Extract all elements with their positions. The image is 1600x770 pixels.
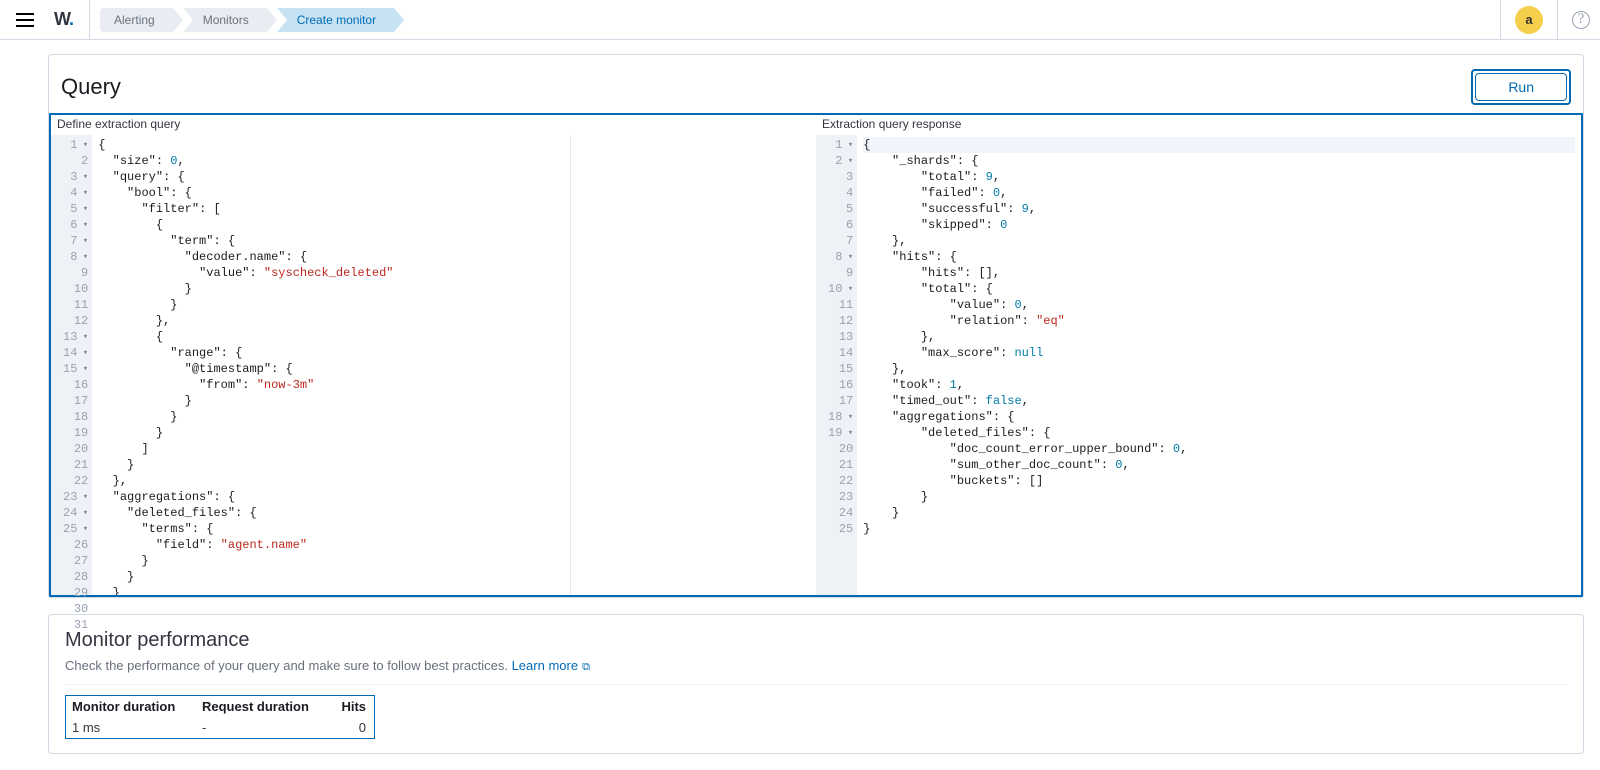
breadcrumb-monitors[interactable]: Monitors <box>183 8 267 32</box>
run-button[interactable]: Run <box>1475 73 1567 101</box>
query-panel-title: Query <box>61 74 121 100</box>
editors-row: Define extraction query 1 ▾23 ▾4 ▾5 ▾6 ▾… <box>49 113 1583 597</box>
divider <box>89 0 90 40</box>
monitor-performance-title: Monitor performance <box>65 629 1567 652</box>
query-panel: Query Run Define extraction query 1 ▾23 … <box>48 54 1584 598</box>
extraction-query-label: Define extraction query <box>51 115 816 135</box>
breadcrumb-create-monitor[interactable]: Create monitor <box>277 8 394 32</box>
run-button-focus-ring: Run <box>1471 69 1571 105</box>
breadcrumb: Alerting Monitors Create monitor <box>100 8 404 32</box>
monitor-performance-panel: Monitor performance Check the performanc… <box>48 614 1584 754</box>
perf-value-duration: 1 ms <box>66 717 196 738</box>
extraction-query-editor[interactable]: 1 ▾23 ▾4 ▾5 ▾6 ▾7 ▾8 ▾910111213 ▾14 ▾15 … <box>51 135 816 595</box>
main-content: Query Run Define extraction query 1 ▾23 … <box>0 54 1600 770</box>
perf-value-request: - <box>196 717 326 738</box>
perf-header-duration: Monitor duration <box>66 696 196 717</box>
external-link-icon: ⧉ <box>582 661 590 673</box>
avatar[interactable]: a <box>1515 6 1543 34</box>
perf-value-hits: 0 <box>326 717 374 738</box>
extraction-response-label: Extraction query response <box>816 115 1581 135</box>
perf-header-request: Request duration <box>196 696 326 717</box>
topbar: W. Alerting Monitors Create monitor a ? <box>0 0 1600 40</box>
extraction-response-editor-col: Extraction query response 1 ▾2 ▾345678 ▾… <box>816 115 1581 595</box>
divider <box>1557 0 1558 40</box>
help-icon[interactable]: ? <box>1572 11 1590 29</box>
app-logo[interactable]: W. <box>54 9 73 30</box>
extraction-query-editor-col: Define extraction query 1 ▾23 ▾4 ▾5 ▾6 ▾… <box>51 115 816 595</box>
menu-toggle-icon[interactable] <box>10 5 40 35</box>
monitor-performance-subtitle: Check the performance of your query and … <box>65 658 1567 674</box>
extraction-response-editor[interactable]: 1 ▾2 ▾345678 ▾910 ▾1112131415161718 ▾19 … <box>816 135 1581 595</box>
perf-header-hits: Hits <box>326 696 374 717</box>
learn-more-link[interactable]: Learn more⧉ <box>512 658 590 673</box>
monitor-performance-table: Monitor duration Request duration Hits 1… <box>65 695 375 739</box>
breadcrumb-alerting[interactable]: Alerting <box>100 8 173 32</box>
divider <box>1500 0 1501 40</box>
